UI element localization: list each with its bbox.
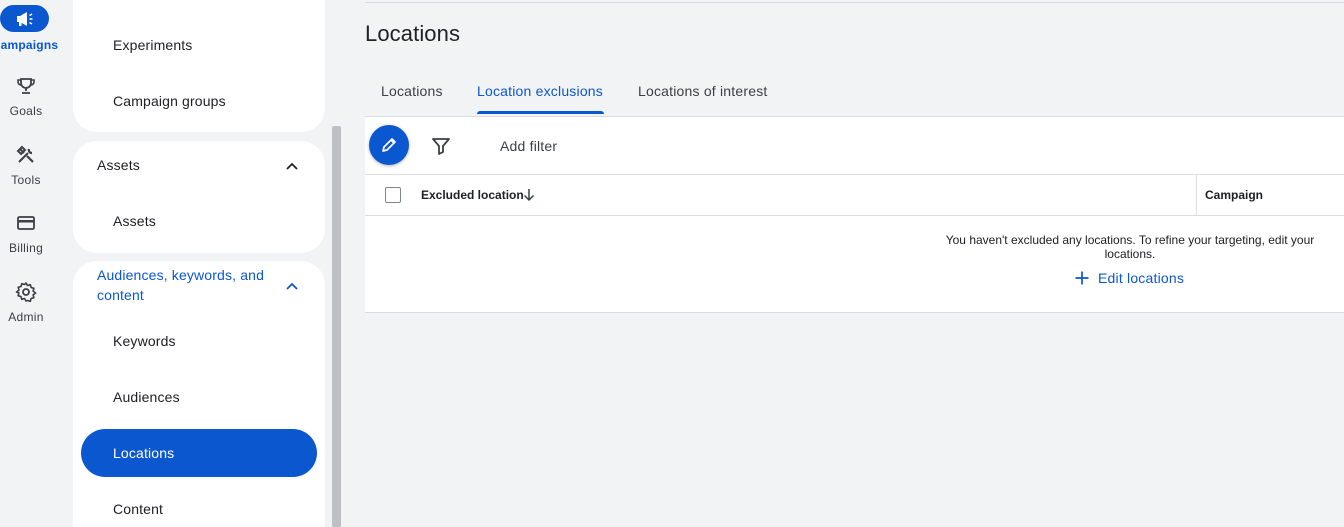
pencil-icon [382, 138, 396, 152]
rail-label-tools: Tools [11, 173, 41, 187]
header-divider [365, 2, 1344, 3]
tab-locations-of-interest[interactable]: Locations of interest [638, 83, 768, 99]
column-header-excluded-location[interactable]: Excluded location [421, 188, 524, 202]
tab-location-exclusions[interactable]: Location exclusions [477, 83, 603, 99]
table-header: Excluded location Campaign [365, 174, 1344, 216]
sidebar-scrollbar[interactable] [332, 126, 341, 527]
edit-locations-link[interactable]: Edit locations [1075, 270, 1184, 286]
nav-item-assets[interactable]: Assets [113, 213, 156, 229]
nav-item-locations-label: Locations [113, 445, 175, 461]
gear-icon [15, 282, 37, 303]
add-filter-button[interactable]: Add filter [500, 138, 557, 154]
column-divider [1196, 175, 1197, 216]
filter-icon[interactable] [431, 137, 451, 155]
nav-item-audiences[interactable]: Audiences [113, 389, 180, 405]
rail-label-admin: Admin [8, 310, 44, 324]
edit-locations-label: Edit locations [1098, 270, 1185, 286]
chevron-up-icon[interactable] [285, 159, 299, 173]
tools-icon [16, 145, 34, 163]
nav-header-assets[interactable]: Assets [97, 157, 140, 173]
rail-item-tools[interactable]: Tools [0, 145, 52, 187]
nav-item-campaign-groups[interactable]: Campaign groups [113, 93, 226, 109]
megaphone-icon [16, 11, 32, 26]
rail-item-billing[interactable]: Billing [0, 213, 52, 255]
edit-button[interactable] [369, 125, 409, 165]
exclusions-table-panel: Add filter Excluded location Campaign Yo… [365, 116, 1344, 313]
rail-label-goals: Goals [9, 104, 43, 118]
campaigns-pill[interactable] [0, 5, 49, 32]
nav-card-top [73, 0, 325, 132]
select-all-checkbox[interactable] [385, 187, 401, 203]
navigation-rail: Campaigns Goals Tools Billing Admin [0, 0, 58, 527]
trophy-icon [17, 78, 35, 94]
tab-locations[interactable]: Locations [381, 83, 443, 99]
chevron-up-icon[interactable] [285, 279, 299, 293]
sidebar-nav: Experiments Campaign groups Assets Asset… [73, 0, 325, 527]
active-tab-indicator [477, 111, 604, 114]
arrow-down-icon[interactable] [522, 188, 536, 202]
rail-label-campaigns: Campaigns [0, 38, 59, 52]
nav-item-content[interactable]: Content [113, 501, 163, 517]
empty-state-message: You haven't excluded any locations. To r… [945, 233, 1315, 261]
nav-header-audiences[interactable]: Audiences, keywords, and content [97, 265, 287, 305]
credit-card-icon [17, 216, 35, 230]
plus-icon [1075, 271, 1089, 285]
nav-item-experiments[interactable]: Experiments [113, 37, 192, 53]
rail-label-billing: Billing [8, 241, 44, 255]
nav-item-keywords[interactable]: Keywords [113, 333, 176, 349]
rail-item-admin[interactable]: Admin [0, 281, 52, 324]
page-title: Locations [365, 21, 461, 46]
rail-item-goals[interactable]: Goals [0, 76, 52, 118]
column-header-campaign[interactable]: Campaign [1205, 188, 1263, 202]
